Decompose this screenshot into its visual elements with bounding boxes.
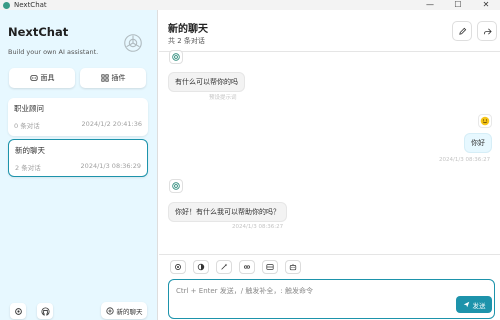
input-panel: Ctrl + Enter 发送，/ 触发补全，: 触发命令 发送 <box>159 254 500 320</box>
chat-list-item[interactable]: 职业顾问 0 条对话 2024/1/2 20:41:36 <box>8 98 148 136</box>
plus-circle-icon <box>105 306 114 315</box>
message-timestamp: 预设提示词 <box>209 95 237 101</box>
maximize-button[interactable]: ☐ <box>445 0 471 10</box>
chat-subtitle: 共 2 条对话 <box>168 37 205 45</box>
theme-tool-button[interactable] <box>193 260 209 274</box>
minimize-button[interactable]: — <box>417 0 443 10</box>
close-window-button[interactable]: ✕ <box>473 0 499 10</box>
gear-icon <box>14 307 22 315</box>
bot-message-bubble: 你好！有什么我可以帮助你的吗？ <box>168 202 287 222</box>
robot-tool-button[interactable] <box>285 260 301 274</box>
send-button-label: 发送 <box>472 301 486 310</box>
message-timestamp: 2024/1/3 08:36:27 <box>232 224 284 230</box>
auto-theme-icon <box>197 263 205 271</box>
magic-wand-icon <box>221 263 228 270</box>
edit-chat-button[interactable] <box>452 21 472 41</box>
message-list: 有什么可以帮你的吗 预设提示词 你好 2024/1/3 08:36:27 你好！… <box>159 50 500 253</box>
window-titlebar: NextChat — ☐ ✕ <box>0 0 500 10</box>
user-avatar <box>478 114 492 128</box>
send-button[interactable]: 发送 <box>456 296 492 313</box>
pencil-icon <box>458 27 466 35</box>
plugin-button-label: 插件 <box>111 74 126 82</box>
bot-avatar <box>169 50 183 64</box>
share-icon <box>483 28 492 34</box>
eye-icon <box>243 265 250 269</box>
message-timestamp: 2024/1/3 08:36:27 <box>439 157 491 163</box>
chat-list-item-active[interactable]: 新的聊天 2 条对话 2024/1/3 08:36:29 <box>8 139 148 177</box>
chat-input[interactable]: Ctrl + Enter 发送，/ 触发补全，: 触发命令 <box>168 279 495 319</box>
chat-item-title: 新的聊天 <box>15 146 45 155</box>
grid-icon <box>100 74 109 82</box>
chat-item-title: 职业顾问 <box>14 104 44 113</box>
new-chat-label: 新的聊天 <box>116 307 143 316</box>
smile-emoji-icon <box>480 116 490 126</box>
new-chat-button[interactable]: 新的聊天 <box>101 302 147 319</box>
chat-item-time: 2024/1/2 20:41:36 <box>81 120 142 128</box>
github-icon <box>40 306 50 316</box>
openai-logo-icon <box>172 53 180 61</box>
chat-item-count: 0 条对话 <box>14 122 40 130</box>
bot-avatar <box>169 179 183 193</box>
settings-button[interactable] <box>10 303 26 319</box>
openai-logo-icon <box>172 182 180 190</box>
mask-icon <box>29 75 38 81</box>
app-icon <box>3 1 10 9</box>
window-title: NextChat <box>14 1 47 9</box>
github-button[interactable] <box>37 303 53 319</box>
bot-message-bubble: 有什么可以帮你的吗 <box>168 72 245 92</box>
settings-tool-button[interactable] <box>170 260 186 274</box>
chat-item-time: 2024/1/3 08:36:29 <box>80 162 141 170</box>
send-icon <box>463 301 469 308</box>
robot-icon <box>289 264 297 271</box>
mask-button-label: 面具 <box>40 74 55 82</box>
openai-logo-icon <box>124 34 142 52</box>
gear-icon <box>175 264 181 270</box>
brand-subtitle: Build your own AI assistant. <box>8 48 99 56</box>
chat-title[interactable]: 新的聊天 <box>168 20 208 35</box>
prompt-tool-button[interactable] <box>216 260 232 274</box>
user-message-bubble: 你好 <box>464 133 492 153</box>
plugin-button[interactable]: 插件 <box>80 68 146 88</box>
chat-item-count: 2 条对话 <box>15 164 41 172</box>
clear-context-button[interactable] <box>262 260 278 274</box>
mask-tool-button[interactable] <box>239 260 255 274</box>
break-icon <box>266 264 274 270</box>
mask-button[interactable]: 面具 <box>9 68 75 88</box>
share-button[interactable] <box>477 21 497 41</box>
brand-title: NextChat <box>8 25 69 39</box>
chat-header: 新的聊天 共 2 条对话 <box>159 10 500 52</box>
